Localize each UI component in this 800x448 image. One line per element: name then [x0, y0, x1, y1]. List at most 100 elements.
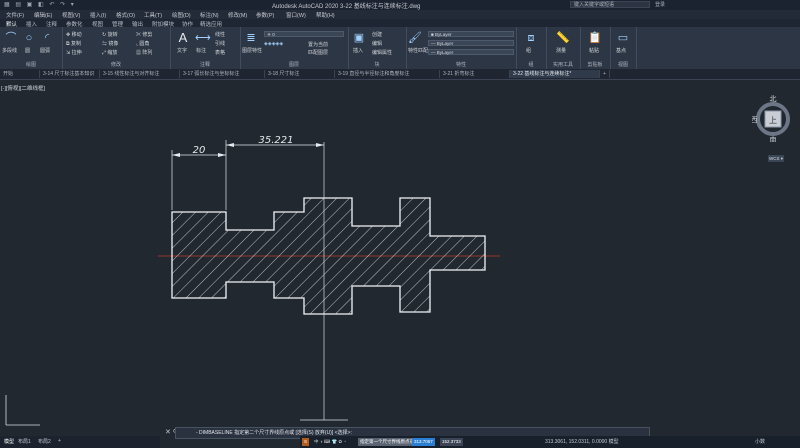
group-icon[interactable]: ⧈ — [524, 31, 538, 45]
properties-group: 🖌 特性匹配 ■ ByLayer — ByLayer — ByLayer 特性 — [406, 27, 517, 69]
sign-in-button[interactable]: 登录 — [655, 1, 665, 8]
menu-window[interactable]: 窗口(W) — [286, 11, 306, 19]
doc-tab[interactable]: 3-17 弧长标注与坐标标注 — [180, 70, 265, 78]
modify-group: ✥ 移动 ⧉ 复制 ⇲ 拉伸 ↻ 旋转 ⇋ 镜像 ⤢ 缩放 ✂ 修剪 ◟ 圆角 … — [62, 27, 171, 69]
menu-format[interactable]: 格式(O) — [116, 11, 135, 19]
fillet-button[interactable]: ◟ 圆角 — [136, 40, 149, 47]
clipboard-group-label: 剪贴板 — [587, 62, 603, 68]
view-group-label: 视图 — [617, 62, 628, 68]
dynamic-input-x[interactable]: 313.7067 — [412, 438, 435, 446]
base-point-icon[interactable]: ▭ — [616, 31, 630, 45]
view-group: ▭ 基点 视图 — [610, 27, 637, 69]
layout-tabs: 模型 布局1 布局2 + — [0, 436, 160, 448]
create-block-button[interactable]: 创建 — [372, 31, 382, 38]
dynamic-input-prompt: 指定第一个尺寸界线原点或 — [358, 438, 416, 446]
circle-icon[interactable]: ○ — [22, 31, 36, 45]
quick-access-toolbar[interactable]: ▦ ▤ ▣ ◧ ↶ ↷ ▾ — [4, 1, 76, 8]
doc-tab[interactable]: 3-14 尺寸标注基本知识 — [40, 70, 100, 78]
menu-help[interactable]: 帮助(H) — [316, 11, 335, 19]
ribbon-tabs: 默认 插入 注释 参数化 视图 管理 输出 附加模块 协作 精选应用 — [0, 19, 800, 28]
doc-tab[interactable]: 3-19 直径与半径标注和角度标注 — [335, 70, 440, 78]
dimension-arrow — [316, 143, 324, 147]
linear-button[interactable]: 线性 — [215, 31, 225, 38]
array-button[interactable]: ▦ 阵列 — [136, 49, 152, 56]
menu-edit[interactable]: 编辑(E) — [34, 11, 52, 19]
new-tab-button[interactable]: + — [600, 70, 610, 78]
app-icon[interactable]: S — [302, 438, 310, 446]
mirror-button[interactable]: ⇋ 镜像 — [102, 40, 118, 47]
coordinate-readout: 313.3061, 152.0311, 0.0000 模型 — [545, 439, 619, 445]
layer-properties-icon[interactable]: ≣ — [244, 31, 258, 45]
layout-tab-2[interactable]: 布局2 — [38, 438, 51, 445]
stretch-button[interactable]: ⇲ 拉伸 — [66, 49, 82, 56]
paste-icon[interactable]: 📋 — [588, 31, 602, 45]
doc-tab-start[interactable]: 开始 — [0, 70, 40, 78]
lineweight-dropdown[interactable]: — ByLayer — [428, 49, 514, 55]
ribbon-panel: ⌒ 多段线 ○ 圆 ◜ 圆弧 绘图 ✥ 移动 ⧉ 复制 ⇲ 拉伸 ↻ 旋转 ⇋ … — [0, 27, 800, 70]
modify-group-label: 修改 — [110, 62, 121, 68]
insert-block-icon[interactable]: ▣ — [352, 31, 366, 45]
utilities-group: 📏 测量 实用工具 — [546, 27, 581, 69]
polyline-icon[interactable]: ⌒ — [4, 31, 18, 45]
dimension-arrow — [226, 143, 234, 147]
leader-button[interactable]: 引线 — [215, 40, 225, 47]
copy-button[interactable]: ⧉ 复制 — [66, 40, 81, 47]
move-button[interactable]: ✥ 移动 — [66, 31, 82, 38]
menu-file[interactable]: 文件(F) — [6, 11, 24, 19]
text-icon[interactable]: A — [176, 31, 190, 45]
layer-dropdown[interactable]: ☀ 0 — [264, 31, 344, 37]
taskbar-icons[interactable]: 中 ◑ ⌨ 👕 ✿ ◔ — [312, 438, 348, 446]
doc-tab-active[interactable]: 3-22 基线标注与连续标注* — [510, 70, 600, 78]
table-button[interactable]: 表格 — [215, 49, 225, 56]
dimension-arrow — [218, 153, 226, 157]
title-bar: ▦ ▤ ▣ ◧ ↶ ↷ ▾ Autodesk AutoCAD 2020 3-22… — [0, 0, 800, 10]
match-properties-icon[interactable]: 🖌 — [408, 31, 422, 45]
dimension-arrow — [172, 153, 180, 157]
draw-group-label: 绘图 — [25, 62, 36, 68]
utilities-group-label: 实用工具 — [552, 62, 573, 68]
edit-attributes-button[interactable]: 编辑属性 — [372, 49, 392, 56]
add-layout-button[interactable]: + — [58, 438, 61, 444]
layout-tab-model[interactable]: 模型 — [4, 438, 14, 445]
groups-group-label: 组 — [528, 62, 534, 68]
shaft-profile — [171, 197, 486, 315]
block-group-label: 块 — [374, 62, 380, 68]
units-button[interactable]: 小数 — [755, 438, 765, 445]
groups-group: ⧈ 组 组 — [516, 27, 547, 69]
match-layer-button[interactable]: 匹配图层 — [308, 49, 328, 56]
measure-icon[interactable]: 📏 — [556, 31, 570, 45]
properties-group-label: 特性 — [455, 62, 466, 68]
menu-modify[interactable]: 修改(M) — [228, 11, 247, 19]
layout-tab-1[interactable]: 布局1 — [18, 438, 31, 445]
linetype-dropdown[interactable]: — ByLayer — [428, 40, 514, 46]
edit-block-button[interactable]: 编辑 — [372, 40, 382, 47]
drawing-canvas[interactable]: 20 35.221 — [0, 80, 800, 436]
menu-bar: 文件(F) 编辑(E) 视图(V) 插入(I) 格式(O) 工具(T) 绘图(D… — [0, 10, 800, 19]
rotate-button[interactable]: ↻ 旋转 — [102, 31, 118, 38]
menu-view[interactable]: 视图(V) — [62, 11, 80, 19]
doc-tab[interactable]: 3-15 线性标注与对齐标注 — [100, 70, 180, 78]
annotation-group-label: 注释 — [199, 62, 210, 68]
color-dropdown[interactable]: ■ ByLayer — [428, 31, 514, 37]
dimension-icon[interactable]: ⟷ — [195, 31, 211, 45]
dynamic-input-y[interactable]: 152.3733 — [440, 438, 463, 446]
annotation-group: A 文字 ⟷ 标注 线性 引线 表格 注释 — [170, 27, 241, 69]
layer-icons[interactable]: ◈◈◈◈◈ — [264, 41, 283, 47]
scale-button[interactable]: ⤢ 缩放 — [102, 49, 117, 56]
trim-button[interactable]: ✂ 修剪 — [136, 31, 152, 38]
document-tabs: 开始 3-14 尺寸标注基本知识 3-15 线性标注与对齐标注 3-17 弧长标… — [0, 69, 800, 80]
layers-group-label: 图层 — [288, 62, 299, 68]
menu-dimension[interactable]: 标注(N) — [200, 11, 219, 19]
menu-tools[interactable]: 工具(T) — [144, 11, 162, 19]
clipboard-group: 📋 粘贴 剪贴板 — [580, 27, 611, 69]
set-current-button[interactable]: 置为当前 — [308, 41, 328, 48]
doc-tab[interactable]: 3-18 尺寸标注 — [265, 70, 335, 78]
menu-parameter[interactable]: 参数(P) — [256, 11, 274, 19]
doc-tab[interactable]: 3-21 折弯标注 — [440, 70, 510, 78]
search-input[interactable]: 键入关键字或短语 — [570, 1, 650, 8]
draw-group: ⌒ 多段线 ○ 圆 ◜ 圆弧 绘图 — [0, 27, 63, 69]
menu-draw[interactable]: 绘图(D) — [172, 11, 191, 19]
arc-icon[interactable]: ◜ — [40, 31, 54, 45]
menu-insert[interactable]: 插入(I) — [90, 11, 106, 19]
layers-group: ≣ 图层特性 ☀ 0 ◈◈◈◈◈ 置为当前 匹配图层 图层 — [240, 27, 349, 69]
